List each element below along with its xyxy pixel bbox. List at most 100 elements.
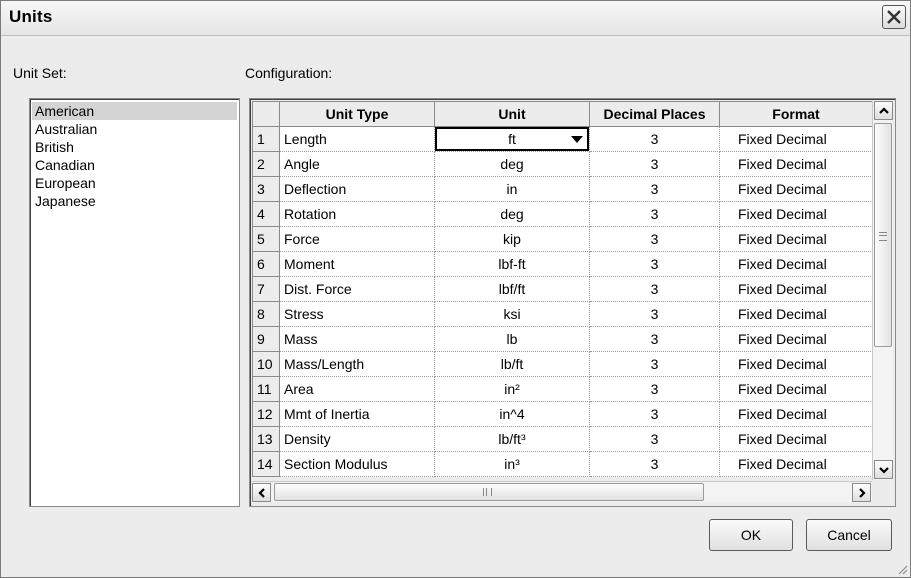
unit-set-item[interactable]: European [32, 174, 237, 192]
decimal-places-cell[interactable]: 3 [589, 451, 720, 477]
format-cell[interactable]: Fixed Decimal [719, 176, 873, 202]
table-row[interactable]: 2 Angle deg 3 Fixed Decimal [252, 151, 873, 177]
unit-cell[interactable]: in² [434, 376, 590, 402]
row-number[interactable]: 7 [252, 276, 280, 302]
table-row[interactable]: 14 Section Modulus in³ 3 Fixed Decimal [252, 451, 873, 477]
title-bar[interactable]: Units [1, 1, 910, 36]
table-row[interactable]: 7 Dist. Force lbf/ft 3 Fixed Decimal [252, 276, 873, 302]
format-cell[interactable]: Fixed Decimal [719, 351, 873, 377]
scroll-up-button[interactable] [874, 101, 893, 120]
table-row[interactable]: 13 Density lb/ft³ 3 Fixed Decimal [252, 426, 873, 452]
decimal-places-cell[interactable]: 3 [589, 376, 720, 402]
unit-cell[interactable]: kip [434, 226, 590, 252]
table-row[interactable]: 3 Deflection in 3 Fixed Decimal [252, 176, 873, 202]
unit-set-item[interactable]: Japanese [32, 192, 237, 210]
format-cell[interactable]: Fixed Decimal [719, 226, 873, 252]
unit-cell[interactable]: lb/ft [434, 351, 590, 377]
table-row[interactable]: 5 Force kip 3 Fixed Decimal [252, 226, 873, 252]
format-cell[interactable]: Fixed Decimal [719, 376, 873, 402]
table-row[interactable]: 12 Mmt of Inertia in^4 3 Fixed Decimal [252, 401, 873, 427]
cancel-button[interactable]: Cancel [806, 519, 892, 551]
table-row[interactable]: 11 Area in² 3 Fixed Decimal [252, 376, 873, 402]
unit-type-header[interactable]: Unit Type [279, 101, 435, 127]
unit-dropdown[interactable]: ft [435, 127, 589, 151]
unit-cell[interactable]: lb [434, 326, 590, 352]
unit-cell[interactable]: lbf/ft [434, 276, 590, 302]
table-row[interactable]: 8 Stress ksi 3 Fixed Decimal [252, 301, 873, 327]
vertical-scrollbar[interactable] [872, 101, 893, 480]
horizontal-scrollbar[interactable] [252, 481, 872, 502]
format-cell[interactable]: Fixed Decimal [719, 301, 873, 327]
unit-cell[interactable]: deg [434, 201, 590, 227]
table-row[interactable]: 4 Rotation deg 3 Fixed Decimal [252, 201, 873, 227]
row-number[interactable]: 14 [252, 451, 280, 477]
unit-cell[interactable]: lb/ft³ [434, 426, 590, 452]
unit-set-list[interactable]: American Australian British Canadian Europea… [29, 98, 240, 507]
scroll-left-button[interactable] [252, 483, 271, 502]
format-cell[interactable]: Fixed Decimal [719, 126, 873, 152]
row-number[interactable]: 10 [252, 351, 280, 377]
unit-header[interactable]: Unit [434, 101, 590, 127]
unit-cell[interactable]: deg [434, 151, 590, 177]
unit-type-cell: Mass/Length [279, 351, 435, 377]
format-cell[interactable]: Fixed Decimal [719, 201, 873, 227]
table-row[interactable]: 6 Moment lbf-ft 3 Fixed Decimal [252, 251, 873, 277]
decimal-places-cell[interactable]: 3 [589, 401, 720, 427]
dropdown-arrow-icon[interactable] [571, 136, 583, 143]
format-header[interactable]: Format [719, 101, 873, 127]
row-number[interactable]: 3 [252, 176, 280, 202]
format-cell[interactable]: Fixed Decimal [719, 401, 873, 427]
format-cell[interactable]: Fixed Decimal [719, 276, 873, 302]
ok-button[interactable]: OK [709, 519, 793, 551]
decimal-places-cell[interactable]: 3 [589, 251, 720, 277]
format-cell[interactable]: Fixed Decimal [719, 326, 873, 352]
units-dialog: Units Unit Set: Configuration: American A… [0, 0, 911, 578]
unit-set-item[interactable]: American [32, 102, 237, 120]
unit-cell[interactable]: in^4 [434, 401, 590, 427]
vertical-scroll-thumb[interactable] [874, 123, 892, 347]
row-number[interactable]: 9 [252, 326, 280, 352]
resize-grip-icon[interactable] [896, 563, 908, 575]
row-number[interactable]: 1 [252, 126, 280, 152]
unit-cell[interactable]: lbf-ft [434, 251, 590, 277]
close-button[interactable] [882, 5, 906, 29]
row-number[interactable]: 2 [252, 151, 280, 177]
row-number[interactable]: 11 [252, 376, 280, 402]
table-row[interactable]: 9 Mass lb 3 Fixed Decimal [252, 326, 873, 352]
decimal-places-cell[interactable]: 3 [589, 126, 720, 152]
format-cell[interactable]: Fixed Decimal [719, 426, 873, 452]
unit-cell[interactable]: in³ [434, 451, 590, 477]
configuration-label: Configuration: [245, 65, 333, 81]
grip-lines [879, 232, 887, 241]
format-cell[interactable]: Fixed Decimal [719, 151, 873, 177]
format-cell[interactable]: Fixed Decimal [719, 251, 873, 277]
decimal-places-cell[interactable]: 3 [589, 426, 720, 452]
decimal-places-cell[interactable]: 3 [589, 226, 720, 252]
row-number[interactable]: 8 [252, 301, 280, 327]
decimal-places-cell[interactable]: 3 [589, 326, 720, 352]
decimal-places-cell[interactable]: 3 [589, 276, 720, 302]
format-cell[interactable]: Fixed Decimal [719, 451, 873, 477]
unit-cell[interactable]: in [434, 176, 590, 202]
decimal-places-header[interactable]: Decimal Places [589, 101, 720, 127]
decimal-places-cell[interactable]: 3 [589, 351, 720, 377]
row-number[interactable]: 13 [252, 426, 280, 452]
unit-set-item[interactable]: Australian [32, 120, 237, 138]
scroll-down-button[interactable] [874, 460, 893, 479]
decimal-places-cell[interactable]: 3 [589, 151, 720, 177]
decimal-places-cell[interactable]: 3 [589, 176, 720, 202]
row-number[interactable]: 12 [252, 401, 280, 427]
decimal-places-cell[interactable]: 3 [589, 201, 720, 227]
unit-cell[interactable]: ksi [434, 301, 590, 327]
horizontal-scroll-thumb[interactable] [274, 483, 704, 501]
table-row[interactable]: 10 Mass/Length lb/ft 3 Fixed Decimal [252, 351, 873, 377]
row-number[interactable]: 4 [252, 201, 280, 227]
decimal-places-cell[interactable]: 3 [589, 301, 720, 327]
unit-cell[interactable]: ft [434, 126, 590, 152]
row-number[interactable]: 5 [252, 226, 280, 252]
table-row[interactable]: 1 Length ft 3 Fixed Decimal [252, 126, 873, 152]
scroll-right-button[interactable] [852, 483, 871, 502]
unit-set-item[interactable]: Canadian [32, 156, 237, 174]
row-number[interactable]: 6 [252, 251, 280, 277]
unit-set-item[interactable]: British [32, 138, 237, 156]
